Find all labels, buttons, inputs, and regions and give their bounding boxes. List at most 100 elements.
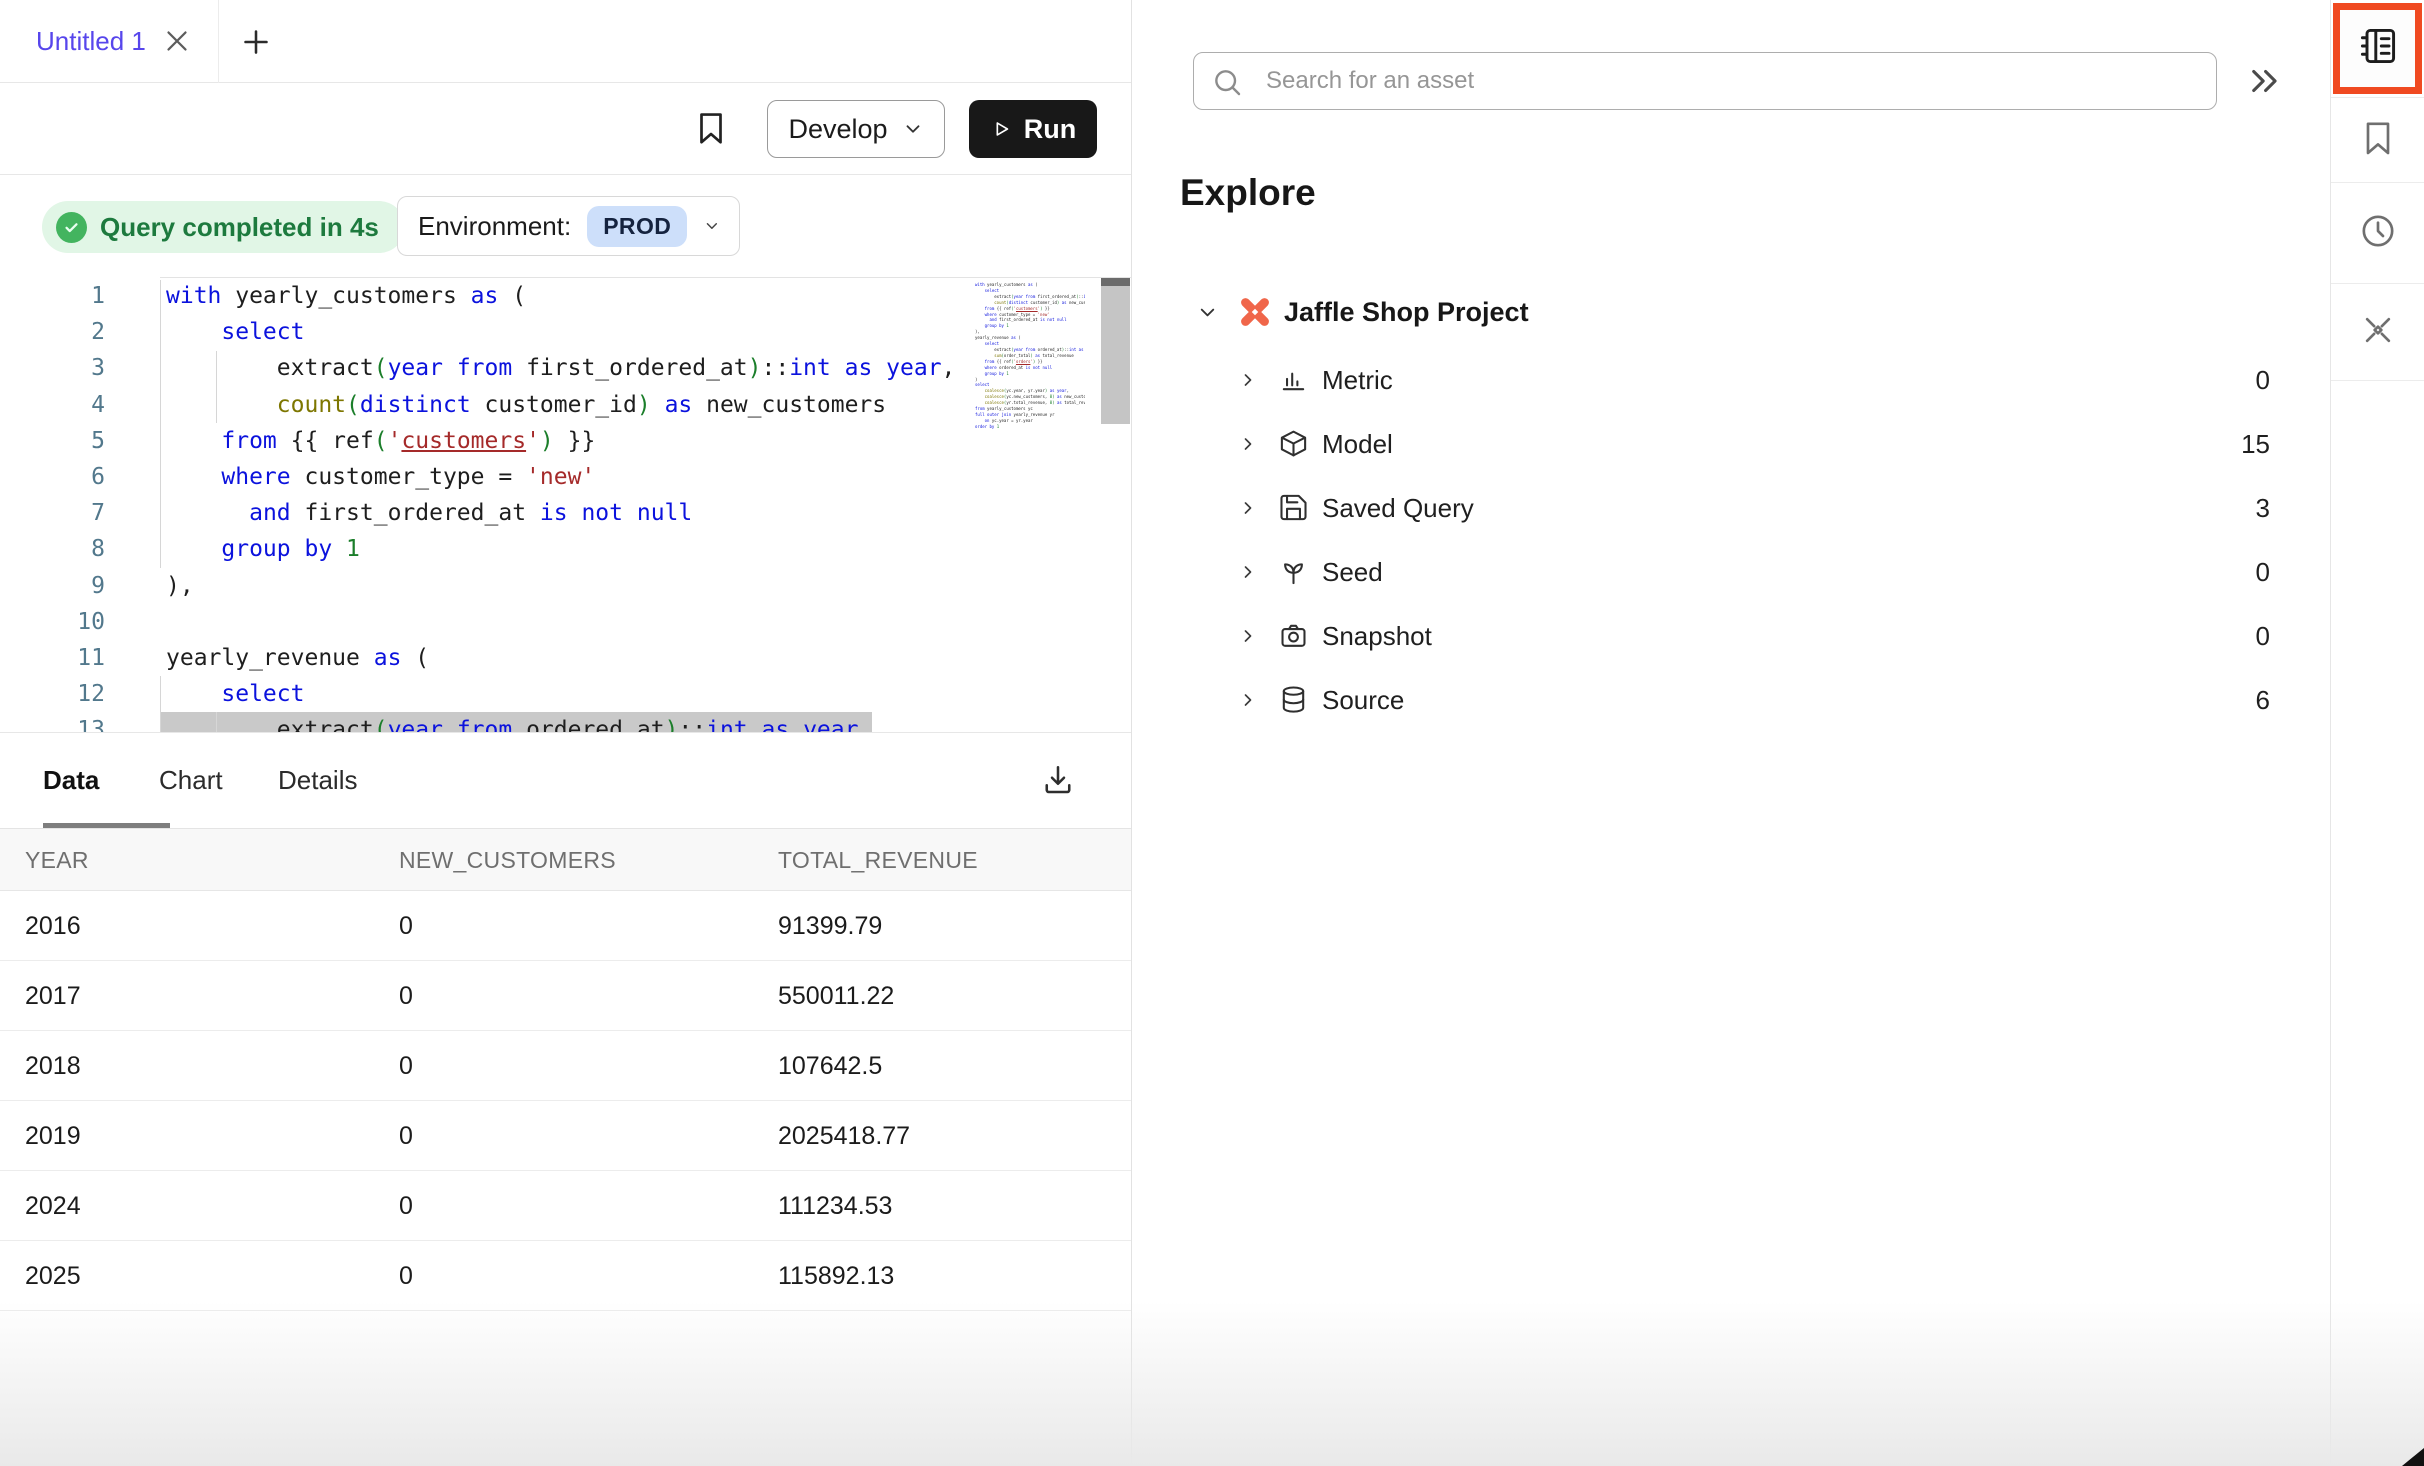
code-line-12[interactable]: 12 select — [0, 676, 1131, 712]
tree-item-seed[interactable]: Seed0 — [1132, 540, 2330, 604]
explore-panel: Explore Jaffle Shop Project Metric0Model… — [1132, 0, 2330, 1466]
code-line-8[interactable]: 8 group by 1 — [0, 531, 1131, 567]
selected-rail-highlight — [2333, 3, 2422, 94]
tree-item-model[interactable]: Model15 — [1132, 412, 2330, 476]
rail-item-catalog[interactable] — [2331, 0, 2424, 98]
tree-item-source[interactable]: Source6 — [1132, 668, 2330, 732]
active-tab-underline — [43, 823, 170, 828]
column-header-new_customers: NEW_CUSTOMERS — [399, 829, 616, 891]
table-cell: 91399.79 — [778, 891, 882, 961]
dbtx-icon — [2358, 310, 2398, 355]
chevron-down-icon — [703, 216, 721, 236]
chevron-right-icon[interactable] — [1238, 498, 1258, 518]
indent-guide — [216, 712, 217, 732]
collapse-panel-icon[interactable] — [2245, 62, 2283, 100]
rail-item-dbt[interactable] — [2331, 284, 2424, 381]
tree-item-metric[interactable]: Metric0 — [1132, 348, 2330, 412]
play-icon — [990, 118, 1012, 140]
tab-divider — [218, 0, 219, 83]
code-line-6[interactable]: 6 where customer_type = 'new' — [0, 459, 1131, 495]
indent-guide — [216, 351, 217, 423]
table-row[interactable]: 20250115892.13 — [0, 1241, 1131, 1311]
asset-tree: Metric0Model15Saved Query3Seed0Snapshot0… — [1132, 348, 2330, 732]
rail-item-bookmarks[interactable] — [2331, 98, 2424, 183]
results-tab-details[interactable]: Details — [278, 732, 357, 829]
results-tab-bar: Data Chart Details — [0, 732, 1131, 829]
download-icon[interactable] — [1040, 762, 1076, 798]
line-number: 8 — [0, 531, 105, 567]
table-cell: 0 — [399, 961, 413, 1031]
line-number: 4 — [0, 387, 105, 423]
code-line-3[interactable]: 3 extract(year from first_ordered_at)::i… — [0, 350, 1131, 386]
source-icon — [1278, 684, 1309, 715]
code-line-4[interactable]: 4 count(distinct customer_id) as new_cus… — [0, 387, 1131, 423]
develop-dropdown[interactable]: Develop — [767, 100, 945, 158]
table-cell: 2017 — [25, 961, 81, 1031]
chevron-right-icon[interactable] — [1238, 690, 1258, 710]
explore-heading: Explore — [1180, 172, 1316, 214]
table-cell: 2024 — [25, 1171, 81, 1241]
line-number: 12 — [0, 676, 105, 712]
table-cell: 2016 — [25, 891, 81, 961]
tree-item-saved-query[interactable]: Saved Query3 — [1132, 476, 2330, 540]
tree-item-project[interactable]: Jaffle Shop Project — [1132, 286, 2330, 338]
rail-item-history[interactable] — [2331, 183, 2424, 284]
check-icon — [56, 212, 87, 243]
column-header-total_revenue: TOTAL_REVENUE — [778, 829, 978, 891]
code-line-11[interactable]: 11yearly_revenue as ( — [0, 640, 1131, 676]
table-cell: 0 — [399, 1031, 413, 1101]
environment-selector[interactable]: Environment: PROD — [397, 196, 740, 256]
sql-code-editor[interactable]: 1with yearly_customers as (2 select3 ext… — [0, 278, 1131, 732]
table-row[interactable]: 20170550011.22 — [0, 961, 1131, 1031]
table-cell: 0 — [399, 1171, 413, 1241]
search-input[interactable] — [1193, 52, 2217, 110]
code-line-13[interactable]: 13 extract(year from ordered_at)::int as… — [0, 712, 1131, 732]
table-cell: 2025418.77 — [778, 1101, 910, 1171]
tree-item-label: Seed — [1322, 540, 1383, 604]
editor-scrollbar[interactable] — [1101, 278, 1130, 424]
table-cell: 2025 — [25, 1241, 81, 1311]
code-line-2[interactable]: 2 select — [0, 314, 1131, 350]
table-row[interactable]: 201902025418.77 — [0, 1101, 1131, 1171]
bookmark-icon[interactable] — [692, 109, 730, 147]
table-row[interactable]: 20180107642.5 — [0, 1031, 1131, 1101]
code-line-10[interactable]: 10 — [0, 604, 1131, 640]
metric-icon — [1278, 364, 1309, 395]
save-icon — [1278, 492, 1309, 523]
code-line-5[interactable]: 5 from {{ ref('customers') }} — [0, 423, 1131, 459]
dbt-logo-icon — [1236, 293, 1274, 331]
tab-untitled[interactable]: Untitled 1 — [36, 0, 146, 83]
line-number: 11 — [0, 640, 105, 676]
right-icon-rail — [2330, 0, 2424, 1466]
run-button[interactable]: Run — [969, 100, 1097, 158]
line-number: 2 — [0, 314, 105, 350]
code-line-7[interactable]: 7 and first_ordered_at is not null — [0, 495, 1131, 531]
table-row[interactable]: 2016091399.79 — [0, 891, 1131, 961]
project-name: Jaffle Shop Project — [1284, 286, 1529, 338]
chevron-right-icon[interactable] — [1238, 562, 1258, 582]
code-line-1[interactable]: 1with yearly_customers as ( — [0, 278, 1131, 314]
line-number: 13 — [0, 712, 105, 732]
model-icon — [1278, 428, 1309, 459]
table-cell: 2018 — [25, 1031, 81, 1101]
chevron-right-icon[interactable] — [1238, 626, 1258, 646]
indent-guide — [160, 676, 161, 732]
line-number: 5 — [0, 423, 105, 459]
editor-minimap[interactable]: with yearly_customers as ( select extrac… — [975, 282, 1085, 462]
code-line-9[interactable]: 9), — [0, 568, 1131, 604]
table-cell: 2019 — [25, 1101, 81, 1171]
chevron-down-icon[interactable] — [1196, 301, 1219, 324]
table-cell: 0 — [399, 1241, 413, 1311]
new-tab-icon[interactable] — [238, 24, 274, 60]
tree-item-snapshot[interactable]: Snapshot0 — [1132, 604, 2330, 668]
line-number: 3 — [0, 350, 105, 386]
chevron-right-icon[interactable] — [1238, 370, 1258, 390]
results-tab-data[interactable]: Data — [43, 732, 99, 829]
chevron-right-icon[interactable] — [1238, 434, 1258, 454]
bookmark-icon — [2358, 118, 2398, 163]
results-tab-chart[interactable]: Chart — [159, 732, 223, 829]
chevron-down-icon — [902, 118, 924, 140]
table-row[interactable]: 20240111234.53 — [0, 1171, 1131, 1241]
close-icon[interactable] — [160, 24, 194, 58]
tree-item-label: Source — [1322, 668, 1404, 732]
